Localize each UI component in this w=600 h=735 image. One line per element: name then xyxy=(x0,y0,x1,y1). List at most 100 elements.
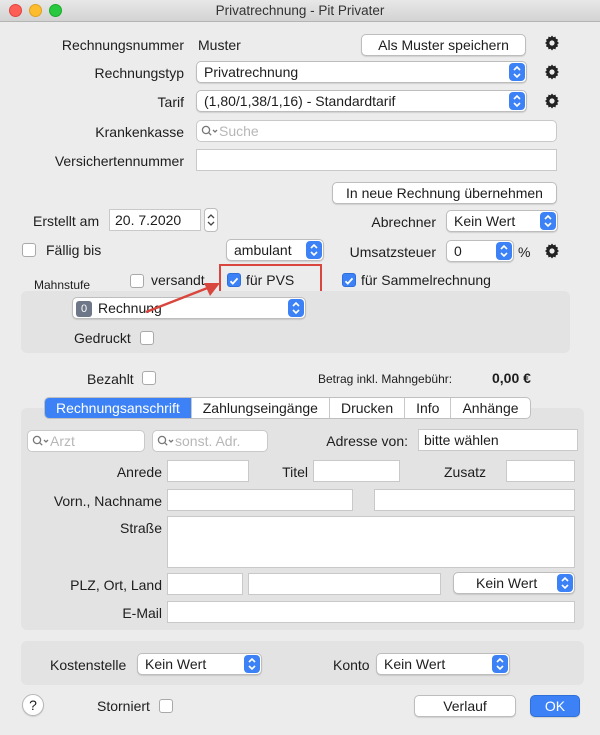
search-icon xyxy=(32,435,49,446)
cancelled-checkbox[interactable] xyxy=(159,699,173,713)
biller-select[interactable]: Kein Wert xyxy=(446,210,558,232)
collective-invoice-checkbox[interactable] xyxy=(342,273,356,287)
account-value: Kein Wert xyxy=(384,656,446,672)
street-label: Straße xyxy=(119,520,162,536)
insurance-search-input[interactable]: Suche xyxy=(196,120,557,142)
postal-code-input[interactable] xyxy=(167,573,243,595)
dunning-label: Mahnstufe xyxy=(34,278,91,292)
account-select[interactable]: Kein Wert xyxy=(376,653,510,675)
biller-value: Kein Wert xyxy=(454,213,516,229)
gear-icon[interactable] xyxy=(544,64,560,80)
address-from-select[interactable]: bitte wählen xyxy=(418,429,578,451)
chevron-updown-icon xyxy=(306,241,322,259)
transfer-to-new-invoice-button[interactable]: In neue Rechnung übernehmen xyxy=(332,182,557,204)
email-input[interactable] xyxy=(167,601,575,623)
biller-label: Abrechner xyxy=(371,214,436,230)
tariff-value: (1,80/1,38/1,16) - Standardtarif xyxy=(204,93,396,109)
chevron-updown-icon xyxy=(509,92,525,110)
street-input[interactable] xyxy=(167,516,575,568)
tab-payments[interactable]: Zahlungseingänge xyxy=(192,398,330,418)
city-label: PLZ, Ort, Land xyxy=(70,577,162,593)
title-input[interactable] xyxy=(313,460,400,482)
cost-center-value: Kein Wert xyxy=(145,656,207,672)
checkmark-icon xyxy=(344,277,354,285)
cancelled-label: Storniert xyxy=(97,698,150,714)
pvs-checkbox[interactable] xyxy=(227,273,241,287)
invoice-type-select[interactable]: Privatrechnung xyxy=(196,61,527,83)
invoice-number-value: Muster xyxy=(198,37,241,53)
tariff-label: Tarif xyxy=(157,94,184,110)
salutation-label: Anrede xyxy=(116,464,162,480)
window-title: Privatrechnung - Pit Privater xyxy=(215,3,385,18)
vat-select[interactable]: 0 xyxy=(446,240,514,262)
account-label: Konto xyxy=(333,657,370,673)
country-value: Kein Wert xyxy=(476,575,538,591)
last-name-input[interactable] xyxy=(374,489,575,511)
paid-label: Bezahlt xyxy=(87,371,134,387)
invoice-number-label: Rechnungsnummer xyxy=(61,37,184,53)
vat-unit: % xyxy=(518,244,531,260)
chevron-updown-icon xyxy=(207,214,215,226)
tab-attachments[interactable]: Anhänge xyxy=(451,398,529,418)
chevron-updown-icon xyxy=(557,574,573,592)
setting-value: ambulant xyxy=(234,242,292,258)
amount-value: 0,00 € xyxy=(492,370,531,386)
history-button[interactable]: Verlauf xyxy=(414,695,516,717)
paid-checkbox[interactable] xyxy=(142,371,156,385)
vat-label: Umsatzsteuer xyxy=(349,244,436,260)
date-stepper[interactable] xyxy=(204,208,218,232)
doctor-search-placeholder: Arzt xyxy=(50,433,75,449)
chevron-updown-icon xyxy=(492,655,508,673)
chevron-updown-icon xyxy=(288,299,304,317)
cost-center-select[interactable]: Kein Wert xyxy=(137,653,262,675)
amount-label: Betrag inkl. Mahngebühr: xyxy=(318,372,453,386)
chevron-updown-icon xyxy=(509,63,525,81)
gear-icon[interactable] xyxy=(544,243,560,259)
chevron-updown-icon xyxy=(244,655,260,673)
insured-number-input[interactable] xyxy=(196,149,557,171)
setting-select[interactable]: ambulant xyxy=(226,239,324,261)
tab-print[interactable]: Drucken xyxy=(330,398,406,418)
country-select[interactable]: Kein Wert xyxy=(453,572,575,594)
printed-checkbox[interactable] xyxy=(140,331,154,345)
tab-invoice-address[interactable]: Rechnungsanschrift xyxy=(45,398,192,418)
salutation-input[interactable] xyxy=(167,460,249,482)
insurance-placeholder: Suche xyxy=(219,123,259,139)
tariff-select[interactable]: (1,80/1,38/1,16) - Standardtarif xyxy=(196,90,527,112)
city-input[interactable] xyxy=(248,573,441,595)
title-label: Titel xyxy=(282,464,308,480)
invoice-type-label: Rechnungstyp xyxy=(94,65,184,81)
collective-invoice-label: für Sammelrechnung xyxy=(361,272,491,288)
ok-button[interactable]: OK xyxy=(530,695,580,717)
other-address-search-input[interactable]: sonst. Adr. xyxy=(152,430,268,452)
insurance-label: Krankenkasse xyxy=(95,124,184,140)
created-date-input[interactable]: 20. 7.2020 xyxy=(109,209,201,231)
checkmark-icon xyxy=(229,277,239,285)
help-button[interactable]: ? xyxy=(22,694,44,716)
due-label: Fällig bis xyxy=(46,242,102,258)
insured-number-label: Versichertennummer xyxy=(54,153,184,169)
printed-label: Gedruckt xyxy=(74,330,131,346)
tab-bar: Rechnungsanschrift Zahlungseingänge Druc… xyxy=(44,397,531,419)
gear-icon[interactable] xyxy=(544,93,560,109)
save-as-pattern-button[interactable]: Als Muster speichern xyxy=(361,34,526,56)
suffix-label: Zusatz xyxy=(443,464,486,480)
first-name-input[interactable] xyxy=(167,489,353,511)
pvs-label: für PVS xyxy=(246,272,295,288)
invoice-type-value: Privatrechnung xyxy=(204,64,299,80)
chevron-updown-icon xyxy=(496,242,512,260)
name-label: Vorn., Nachname xyxy=(53,493,162,509)
search-icon xyxy=(201,125,218,136)
doctor-search-input[interactable]: Arzt xyxy=(27,430,145,452)
created-label: Erstellt am xyxy=(33,213,100,229)
cost-center-label: Kostenstelle xyxy=(50,657,127,673)
email-label: E-Mail xyxy=(122,605,162,621)
gear-icon[interactable] xyxy=(544,35,560,51)
suffix-input[interactable] xyxy=(506,460,575,482)
due-checkbox[interactable] xyxy=(22,243,36,257)
vat-value: 0 xyxy=(454,243,462,259)
chevron-updown-icon xyxy=(540,212,556,230)
tab-info[interactable]: Info xyxy=(405,398,452,418)
other-address-placeholder: sonst. Adr. xyxy=(175,433,241,449)
address-from-label: Adresse von: xyxy=(326,433,408,449)
